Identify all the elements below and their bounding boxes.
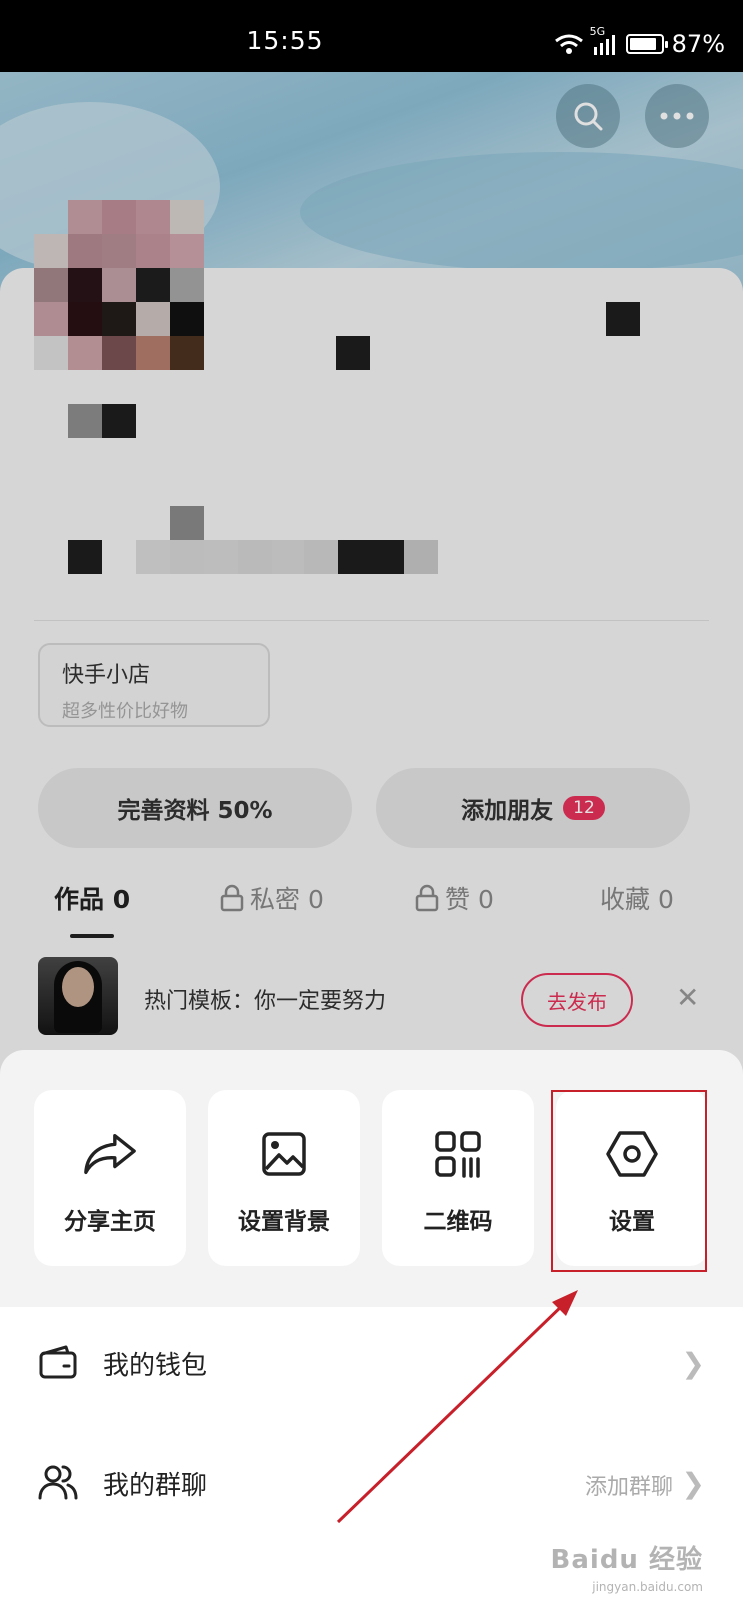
wifi-icon: [554, 33, 584, 55]
group-icon: [38, 1465, 78, 1500]
search-icon: [574, 102, 603, 131]
add-group-chat-link[interactable]: 添加群聊: [585, 1469, 673, 1501]
list-item-group-chat[interactable]: 我的群聊 添加群聊 ❯: [0, 1427, 743, 1537]
status-bar: 15:55 5G 87%: [0, 0, 743, 72]
status-time: 15:55: [246, 26, 324, 55]
cell-signal-icon: 5G: [590, 25, 618, 55]
tab-works-label: 作品 0: [54, 885, 131, 914]
set-background-label: 设置背景: [238, 1209, 330, 1235]
publish-button[interactable]: 去发布: [521, 973, 633, 1027]
baidu-watermark: Baidu 经验: [550, 1545, 703, 1575]
battery-fill: [629, 38, 656, 50]
share-profile-button[interactable]: 分享主页: [34, 1090, 186, 1266]
tab-works[interactable]: 作品 0: [54, 880, 130, 916]
complete-profile-button[interactable]: 完善资料 50%: [38, 768, 352, 848]
kuaishou-shop-card[interactable]: 快手小店 超多性价比好物: [38, 643, 270, 727]
section-divider: [34, 620, 709, 621]
close-icon[interactable]: ✕: [676, 981, 699, 1014]
tab-private[interactable]: 私密 0: [220, 880, 324, 916]
chevron-right-icon: ❯: [681, 1467, 705, 1500]
qrcode-icon: [430, 1126, 486, 1182]
add-friends-button[interactable]: 添加朋友 12: [376, 768, 690, 848]
add-friends-label: 添加朋友: [461, 798, 554, 824]
wallet-label: 我的钱包: [103, 1351, 208, 1381]
tab-likes-label: 赞 0: [445, 885, 494, 914]
search-button[interactable]: [556, 84, 620, 148]
tab-likes[interactable]: 赞 0: [415, 880, 494, 916]
chevron-right-icon: ❯: [681, 1347, 705, 1380]
battery-icon: [625, 34, 668, 54]
more-icon: [660, 112, 694, 120]
lock-icon: [220, 884, 244, 912]
friend-request-badge: 12: [563, 796, 605, 820]
set-background-button[interactable]: 设置背景: [208, 1090, 360, 1266]
tab-favorites-label: 收藏 0: [600, 885, 674, 914]
shop-subtitle: 超多性价比好物: [62, 701, 188, 722]
tab-private-label: 私密 0: [250, 885, 324, 914]
status-icons: 5G 87%: [554, 25, 725, 58]
template-text: 热门模板：你一定要努力: [144, 989, 387, 1014]
lock-icon: [415, 884, 439, 912]
group-chat-label: 我的群聊: [103, 1471, 208, 1501]
qrcode-button[interactable]: 二维码: [382, 1090, 534, 1266]
wallet-icon: [39, 1345, 77, 1379]
image-icon: [256, 1126, 312, 1182]
template-thumbnail[interactable]: [38, 957, 118, 1035]
profile-tabs: 作品 0 私密 0 赞 0 收藏 0: [0, 880, 743, 940]
baidu-watermark-url: jingyan.baidu.com: [592, 1580, 703, 1594]
pixelated-profile-info: [34, 200, 654, 590]
share-profile-label: 分享主页: [64, 1209, 156, 1235]
active-tab-indicator: [70, 934, 114, 938]
complete-profile-label: 完善资料 50%: [117, 798, 273, 824]
battery-percent: 87%: [671, 30, 725, 58]
tab-favorites[interactable]: 收藏 0: [600, 880, 674, 916]
template-suggestion: 热门模板：你一定要努力 去发布 ✕: [0, 955, 743, 1035]
share-icon: [82, 1126, 138, 1182]
network-type: 5G: [589, 25, 606, 38]
shop-title: 快手小店: [62, 663, 151, 688]
qrcode-label: 二维码: [423, 1209, 493, 1235]
annotation-highlight-box: [551, 1090, 707, 1272]
more-button[interactable]: [645, 84, 709, 148]
list-item-wallet[interactable]: 我的钱包 ❯: [0, 1307, 743, 1417]
